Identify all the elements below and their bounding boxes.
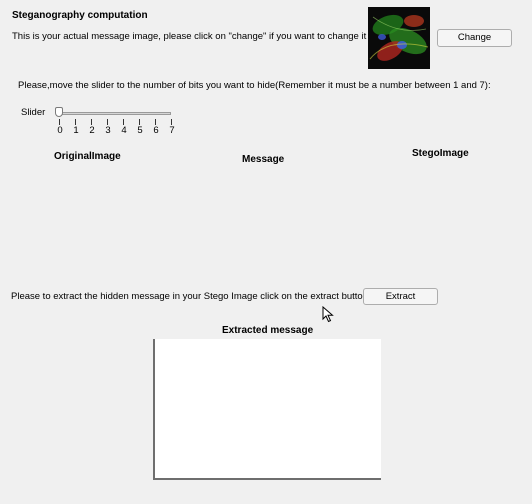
slider-instruction: Please,move the slider to the number of … xyxy=(18,80,491,91)
mouse-pointer-icon xyxy=(322,305,334,328)
app-title: Steganography computation xyxy=(12,10,148,21)
message-label: Message xyxy=(242,154,285,165)
slider-tick-label: 4 xyxy=(121,125,127,136)
original-image-label: OriginalImage xyxy=(54,151,121,162)
slider-tick-label: 3 xyxy=(105,125,111,136)
slider-tick-label: 6 xyxy=(153,125,159,136)
slider-thumb[interactable] xyxy=(55,107,63,117)
slider-tick-label: 5 xyxy=(137,125,143,136)
slider-tick-label: 2 xyxy=(89,125,95,136)
slider-tick-label: 0 xyxy=(57,125,63,136)
extract-instruction: Please to extract the hidden message in … xyxy=(11,291,371,302)
extracted-message-title: Extracted message xyxy=(222,325,314,336)
slider-track[interactable] xyxy=(59,112,171,115)
slider-tick-label: 1 xyxy=(73,125,79,136)
slider-tick-label: 7 xyxy=(169,125,175,136)
message-image-thumbnail xyxy=(368,7,430,69)
extract-button[interactable]: Extract xyxy=(363,288,438,305)
extracted-message-display xyxy=(153,339,381,480)
slider-label: Slider xyxy=(21,107,46,118)
change-button[interactable]: Change xyxy=(437,29,512,47)
stego-image-label: StegoImage xyxy=(412,148,469,159)
message-image-instruction: This is your actual message image, pleas… xyxy=(12,31,372,42)
